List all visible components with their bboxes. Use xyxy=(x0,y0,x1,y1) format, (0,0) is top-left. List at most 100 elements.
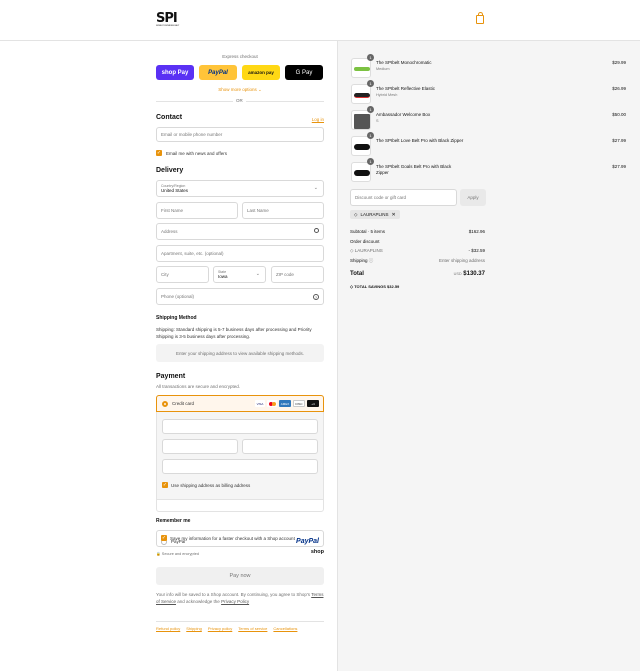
contact-title: Contact xyxy=(156,114,183,121)
address-placeholder: Address xyxy=(161,229,178,234)
remove-discount-icon[interactable]: ✕ xyxy=(391,212,395,218)
item-name: The SPIbelt Love Belt Pro with Black Zip… xyxy=(376,138,464,143)
more-cards-badge: +4 xyxy=(307,400,319,407)
cart-item: 1 The SPIbelt Love Belt Pro with Black Z… xyxy=(351,132,626,158)
shipping-label: Shipping xyxy=(350,258,368,263)
cart-item: 1 The SPIbelt Goals Belt Pro with Black … xyxy=(351,158,626,184)
cancellations-link[interactable]: Cancellations xyxy=(273,626,297,631)
cart-bag-icon[interactable] xyxy=(476,12,484,24)
news-checkbox[interactable]: ✓ xyxy=(156,150,162,156)
item-name: Ambassador Welcome Box xyxy=(376,112,431,117)
search-icon xyxy=(314,228,319,233)
amazon-pay-button[interactable]: amazon pay xyxy=(242,65,280,80)
express-checkout-label: Express checkout xyxy=(222,54,258,59)
paypal-button[interactable]: PayPal xyxy=(199,65,237,80)
logo-subtext: SPIBELT RUNNING BELT xyxy=(156,25,180,27)
item-name: The SPIbelt Reflective Elastic xyxy=(376,86,436,91)
pay-now-button[interactable]: Pay now xyxy=(156,567,324,585)
privacy-link[interactable]: Privacy Policy xyxy=(221,599,249,604)
total-value: $130.37 xyxy=(463,271,485,277)
visa-icon: VISA xyxy=(255,400,265,407)
card-brands: VISA AMEX DISC +4 xyxy=(253,400,319,407)
expiration-input[interactable] xyxy=(162,439,238,454)
product-image xyxy=(351,84,371,104)
item-name: The SPIbelt Goals Belt Pro with Black Zi… xyxy=(376,164,452,175)
product-image xyxy=(351,110,371,130)
discount-code-text: LAURAPLINS xyxy=(360,212,389,217)
quantity-badge: 1 xyxy=(367,106,374,113)
phone-placeholder: Phone (optional) xyxy=(161,294,195,299)
item-variant: S xyxy=(376,119,379,123)
item-variant: Hybrid Mesh xyxy=(376,93,398,97)
shop-pay-button[interactable]: shop Pay xyxy=(156,65,194,80)
quantity-badge: 1 xyxy=(367,80,374,87)
privacy-policy-link[interactable]: Privacy policy xyxy=(208,626,232,631)
discount-input[interactable]: Discount code or gift card xyxy=(350,189,457,206)
login-link[interactable]: Log in xyxy=(312,117,324,122)
card-number-input[interactable] xyxy=(162,419,318,434)
help-icon[interactable]: ? xyxy=(313,294,319,300)
item-price: $27.99 xyxy=(612,138,626,143)
zip-input[interactable]: ZIP code xyxy=(271,266,324,283)
credit-card-option[interactable]: Credit card VISA AMEX DISC +4 xyxy=(156,395,324,412)
shipping-link[interactable]: Shipping xyxy=(186,626,202,631)
item-price: $50.00 xyxy=(612,112,626,117)
apartment-input[interactable]: Apartment, suite, etc. (optional) xyxy=(156,245,324,262)
order-summary: 1 The SPIbelt Monochromatic Medium $29.9… xyxy=(337,41,640,671)
first-name-input[interactable]: First Name xyxy=(156,202,238,219)
item-name: The SPIbelt Monochromatic xyxy=(376,60,432,65)
discount-code-tag: ◇ LAURAPLINS ✕ xyxy=(350,210,400,219)
remember-checkbox[interactable]: ✓ xyxy=(161,535,167,541)
total-label: Total xyxy=(350,271,364,277)
legal-intro: Your info will be saved to a Shop accoun… xyxy=(156,592,311,597)
news-label: Email me with news and offers xyxy=(166,151,227,156)
quantity-badge: 1 xyxy=(367,54,374,61)
terms-of-service-link[interactable]: Terms of service xyxy=(238,626,267,631)
city-input[interactable]: City xyxy=(156,266,209,283)
shipping-method-title: Shipping Method xyxy=(156,315,197,321)
address-input[interactable]: Address xyxy=(156,223,324,240)
shop-logo: shop xyxy=(310,549,324,555)
or-label: OR xyxy=(233,98,246,103)
product-image xyxy=(351,162,371,182)
cart-item: 1 The SPIbelt Reflective Elastic Hybrid … xyxy=(351,80,626,106)
savings-value: $32.59 xyxy=(387,284,400,289)
show-more-options-link[interactable]: Show more options ⌄ xyxy=(156,87,324,93)
divider xyxy=(156,499,324,500)
footer-divider xyxy=(156,621,324,622)
tag-icon: ◇ xyxy=(354,211,358,217)
subtotal-row: Subtotal · 5 items $162.96 xyxy=(350,229,485,234)
order-discount-label: Order discount xyxy=(350,239,380,244)
country-select[interactable]: Country/Region United States ⌄ xyxy=(156,180,324,197)
amex-icon: AMEX xyxy=(279,400,291,407)
header: SPI SPIBELT RUNNING BELT xyxy=(0,0,640,41)
discount-code-name: LAURAPLINS xyxy=(354,248,383,253)
quantity-badge: 1 xyxy=(367,158,374,165)
total-row: Total USD $130.37 xyxy=(350,271,485,277)
savings-row: ◇ TOTAL SAVINGS $32.59 xyxy=(350,284,485,289)
credit-card-label: Credit card xyxy=(172,401,195,406)
info-icon[interactable]: ⓘ xyxy=(369,258,374,263)
currency-label: USD xyxy=(453,272,462,276)
phone-input[interactable]: Phone (optional)? xyxy=(156,288,324,305)
google-pay-button[interactable]: G Pay xyxy=(285,65,323,80)
remember-title: Remember me xyxy=(156,518,191,524)
order-discount-row: Order discount xyxy=(350,239,485,244)
apply-button[interactable]: Apply xyxy=(460,189,486,206)
email-input[interactable]: Email or mobile phone number xyxy=(156,127,324,142)
state-select[interactable]: State Iowa ⌄ xyxy=(213,266,266,283)
name-on-card-input[interactable] xyxy=(162,459,318,474)
remember-label: Save my information for a faster checkou… xyxy=(170,536,295,541)
billing-checkbox[interactable]: ✓ xyxy=(162,482,168,488)
delivery-title: Delivery xyxy=(156,167,184,174)
footer-links: Refund policy Shipping Privacy policy Te… xyxy=(156,626,297,631)
refund-policy-link[interactable]: Refund policy xyxy=(156,626,180,631)
last-name-input[interactable]: Last Name xyxy=(242,202,324,219)
item-price: $26.99 xyxy=(612,86,626,91)
security-code-input[interactable] xyxy=(242,439,318,454)
cart-item: 1 The SPIbelt Monochromatic Medium $29.9… xyxy=(351,54,626,80)
discount-code-row: ◇ LAURAPLINS - $32.59 xyxy=(350,248,485,254)
chevron-down-icon: ⌄ xyxy=(313,185,318,191)
spibelt-logo[interactable]: SPI SPIBELT RUNNING BELT xyxy=(156,12,183,28)
product-image xyxy=(351,136,371,156)
